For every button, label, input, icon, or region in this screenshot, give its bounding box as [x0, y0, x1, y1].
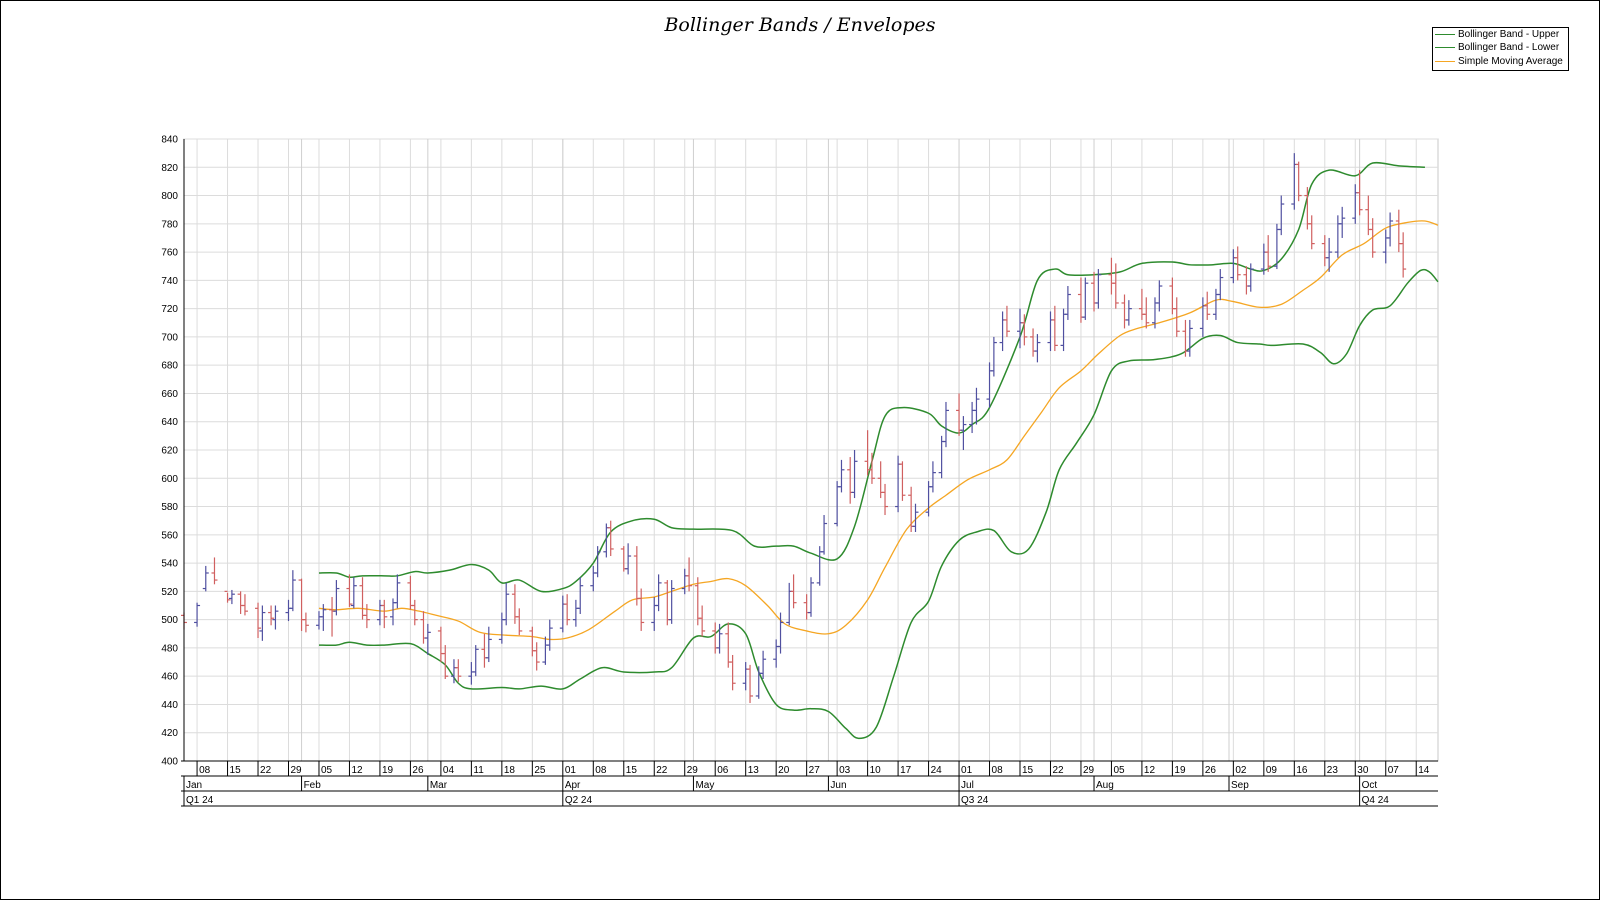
- x-tick-label: 30: [1357, 765, 1369, 776]
- y-tick-label: 740: [161, 276, 178, 287]
- x-tick-label: 22: [260, 765, 272, 776]
- x-tick-label: 01: [961, 765, 973, 776]
- y-tick-label: 580: [161, 502, 178, 513]
- x-tick-label: 29: [687, 765, 699, 776]
- x-tick-label: 17: [900, 765, 912, 776]
- x-tick-label: 15: [626, 765, 638, 776]
- x-tick-label: 10: [870, 765, 882, 776]
- x-month-label: Jun: [830, 780, 846, 791]
- x-tick-label: 19: [1174, 765, 1186, 776]
- x-tick-label: 19: [382, 765, 394, 776]
- y-tick-label: 820: [161, 163, 178, 174]
- x-tick-label: 01: [565, 765, 577, 776]
- y-tick-label: 400: [161, 757, 178, 768]
- y-tick-label: 420: [161, 728, 178, 739]
- x-tick-label: 14: [1418, 765, 1430, 776]
- x-tick-label: 02: [1235, 765, 1247, 776]
- x-month-label: Jul: [961, 780, 974, 791]
- y-tick-label: 660: [161, 389, 178, 400]
- x-tick-label: 29: [1083, 765, 1095, 776]
- x-tick-label: 08: [595, 765, 607, 776]
- x-tick-label: 06: [717, 765, 729, 776]
- x-tick-label: 29: [291, 765, 303, 776]
- x-tick-label: 26: [1205, 765, 1217, 776]
- y-tick-label: 800: [161, 191, 178, 202]
- y-tick-label: 520: [161, 587, 178, 598]
- x-tick-label: 23: [1327, 765, 1339, 776]
- y-tick-label: 840: [161, 135, 178, 146]
- x-tick-label: 20: [778, 765, 790, 776]
- x-month-label: Mar: [430, 780, 448, 791]
- x-tick-label: 05: [321, 765, 333, 776]
- x-month-label: Apr: [565, 780, 581, 791]
- y-tick-label: 780: [161, 219, 178, 230]
- y-tick-label: 460: [161, 672, 178, 683]
- x-tick-label: 07: [1388, 765, 1400, 776]
- x-month-label: Oct: [1362, 780, 1378, 791]
- x-tick-label: 15: [1022, 765, 1034, 776]
- x-tick-label: 26: [412, 765, 424, 776]
- x-month-label: Jan: [186, 780, 202, 791]
- x-tick-label: 22: [656, 765, 668, 776]
- x-tick-label: 22: [1052, 765, 1064, 776]
- x-month-label: Feb: [304, 780, 322, 791]
- x-month-label: Sep: [1231, 780, 1249, 791]
- x-tick-label: 24: [931, 765, 943, 776]
- y-tick-label: 640: [161, 417, 178, 428]
- y-tick-label: 720: [161, 304, 178, 315]
- x-tick-label: 12: [1144, 765, 1156, 776]
- x-quarter-label: Q2 24: [565, 795, 593, 806]
- x-tick-label: 09: [1266, 765, 1278, 776]
- x-tick-label: 25: [534, 765, 546, 776]
- plot-area: 400 420 440 460 480 500 520 540 560 580 600 620 640 6…: [161, 135, 1439, 807]
- y-tick-label: 680: [161, 361, 178, 372]
- y-tick-label: 540: [161, 559, 178, 570]
- x-tick-label: 15: [230, 765, 242, 776]
- x-tick-label: 18: [504, 765, 516, 776]
- x-tick-label: 08: [199, 765, 211, 776]
- grid: [183, 138, 1439, 762]
- y-tick-label: 440: [161, 700, 178, 711]
- y-tick-label: 500: [161, 615, 178, 626]
- x-tick-label: 13: [748, 765, 760, 776]
- y-tick-label: 560: [161, 530, 178, 541]
- x-tick-label: 16: [1296, 765, 1308, 776]
- x-tick-label: 05: [1113, 765, 1125, 776]
- y-tick-label: 600: [161, 474, 178, 485]
- x-tick-label: 27: [809, 765, 821, 776]
- x-tick-label: 11: [473, 765, 484, 776]
- x-tick-label: 04: [443, 765, 455, 776]
- x-tick-label: 08: [992, 765, 1004, 776]
- x-quarter-label: Q1 24: [186, 795, 214, 806]
- x-month-label: Aug: [1096, 780, 1114, 791]
- y-tick-label: 700: [161, 332, 178, 343]
- y-tick-label: 480: [161, 643, 178, 654]
- x-quarter-label: Q4 24: [1362, 795, 1390, 806]
- x-month-label: May: [695, 780, 714, 791]
- y-tick-label: 760: [161, 248, 178, 259]
- y-tick-label: 620: [161, 446, 178, 457]
- x-tick-label: 03: [839, 765, 851, 776]
- x-tick-label: 12: [351, 765, 363, 776]
- x-quarter-label: Q3 24: [961, 795, 989, 806]
